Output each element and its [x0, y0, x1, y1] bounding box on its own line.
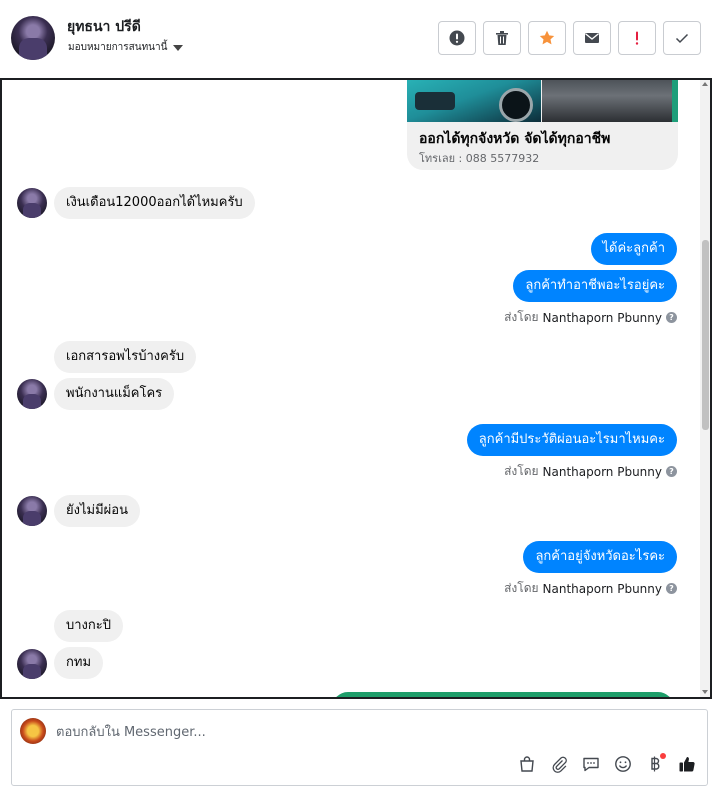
exclamation-icon: [635, 31, 639, 45]
report-spam-button[interactable]: [438, 21, 476, 55]
sent-by-prefix: ส่งโดย: [504, 581, 539, 595]
incoming-message[interactable]: เอกสารอพไรบ้างครับ: [54, 341, 197, 373]
composer-toolbar: [516, 753, 698, 775]
shop-button[interactable]: [516, 753, 538, 775]
page-avatar: [20, 718, 46, 744]
agent-name: Nanthaporn Pbunny: [542, 581, 662, 596]
envelope-icon: [585, 33, 599, 43]
checkmark-icon: [675, 33, 689, 44]
ad-subtitle: โทรเลย : 088 5577932: [419, 152, 540, 165]
ad-title: ออกได้ทุกจังหวัด จัดได้ทุกอาชีพ: [419, 131, 611, 147]
incoming-message[interactable]: กทม: [54, 647, 104, 679]
thumbs-up-icon: [679, 757, 695, 772]
customer-name[interactable]: ยุทธนา ปรีดี: [67, 16, 141, 38]
incoming-message[interactable]: บางกะปิ: [54, 610, 124, 642]
reply-input[interactable]: [56, 722, 656, 742]
emoji-button[interactable]: [612, 753, 634, 775]
bag-icon: [520, 756, 534, 772]
notification-dot: [660, 753, 666, 759]
partial-message-card: [332, 692, 674, 697]
mark-done-button[interactable]: [663, 21, 701, 55]
sent-by-label: ส่งโดย Nanthaporn Pbunny ?: [504, 579, 677, 598]
conversation-header: ยุทธนา ปรีดี มอบหมายการสนทนานี้: [0, 0, 712, 78]
assign-label: มอบหมายการสนทนานี้: [68, 42, 168, 53]
outgoing-message[interactable]: ลูกค้าอยู่จังหวัดอะไรคะ: [523, 541, 677, 573]
question-mark-icon[interactable]: ?: [666, 312, 677, 323]
question-mark-icon[interactable]: ?: [666, 466, 677, 477]
payment-button[interactable]: [644, 753, 666, 775]
sent-by-label: ส่งโดย Nanthaporn Pbunny ?: [504, 462, 677, 481]
conversation-actions: [438, 21, 701, 55]
customer-avatar[interactable]: [11, 16, 55, 60]
incoming-message[interactable]: เงินเดือน12000ออกได้ไหมครับ: [54, 187, 255, 219]
scroll-up-arrow-icon[interactable]: [702, 82, 708, 86]
incoming-message[interactable]: พนักงานแม็คโคร: [54, 378, 175, 410]
message-thread[interactable]: ออกได้ทุกจังหวัด จัดได้ทุกอาชีพ โทรเลย :…: [0, 78, 712, 699]
caret-down-icon: [173, 44, 184, 51]
question-mark-icon[interactable]: ?: [666, 583, 677, 594]
attach-button[interactable]: [548, 753, 570, 775]
send-like-button[interactable]: [676, 753, 698, 775]
ad-image-car-interior: [542, 80, 678, 122]
scrollbar-thumb[interactable]: [702, 240, 709, 430]
sender-avatar[interactable]: [17, 188, 47, 218]
exclamation-circle-icon: [449, 30, 465, 46]
flag-important-button[interactable]: [618, 21, 656, 55]
mark-unread-button[interactable]: [573, 21, 611, 55]
assign-conversation-dropdown[interactable]: มอบหมายการสนทนานี้: [68, 40, 184, 55]
sent-by-prefix: ส่งโดย: [504, 310, 539, 324]
agent-name: Nanthaporn Pbunny: [542, 464, 662, 479]
emoji-icon: [615, 756, 631, 772]
trash-icon: [496, 31, 508, 45]
outgoing-message[interactable]: ลูกค้ามีประวัติผ่อนอะไรมาไหมคะ: [466, 424, 677, 456]
scroll-down-arrow-icon[interactable]: [702, 690, 708, 694]
paperclip-icon: [552, 756, 567, 773]
star-button[interactable]: [528, 21, 566, 55]
saved-replies-button[interactable]: [580, 753, 602, 775]
sender-avatar[interactable]: [17, 649, 47, 679]
sender-avatar[interactable]: [17, 496, 47, 526]
outgoing-message[interactable]: ได้ค่ะลูกค้า: [590, 233, 677, 265]
ad-image-car-exterior: [407, 80, 541, 122]
sent-by-label: ส่งโดย Nanthaporn Pbunny ?: [504, 308, 677, 327]
sent-by-prefix: ส่งโดย: [504, 464, 539, 478]
reply-composer: [11, 709, 708, 786]
ad-card[interactable]: ออกได้ทุกจังหวัด จัดได้ทุกอาชีพ โทรเลย :…: [407, 80, 678, 170]
outgoing-message[interactable]: ลูกค้าทำอาชีพอะไรอยู่คะ: [513, 270, 677, 302]
incoming-message[interactable]: ยังไม่มีผ่อน: [54, 495, 140, 527]
sender-avatar[interactable]: [17, 379, 47, 409]
thread-scrollbar[interactable]: [700, 80, 710, 697]
delete-button[interactable]: [483, 21, 521, 55]
saved-reply-icon: [583, 757, 599, 772]
star-icon: [539, 30, 555, 45]
agent-name: Nanthaporn Pbunny: [542, 310, 662, 325]
